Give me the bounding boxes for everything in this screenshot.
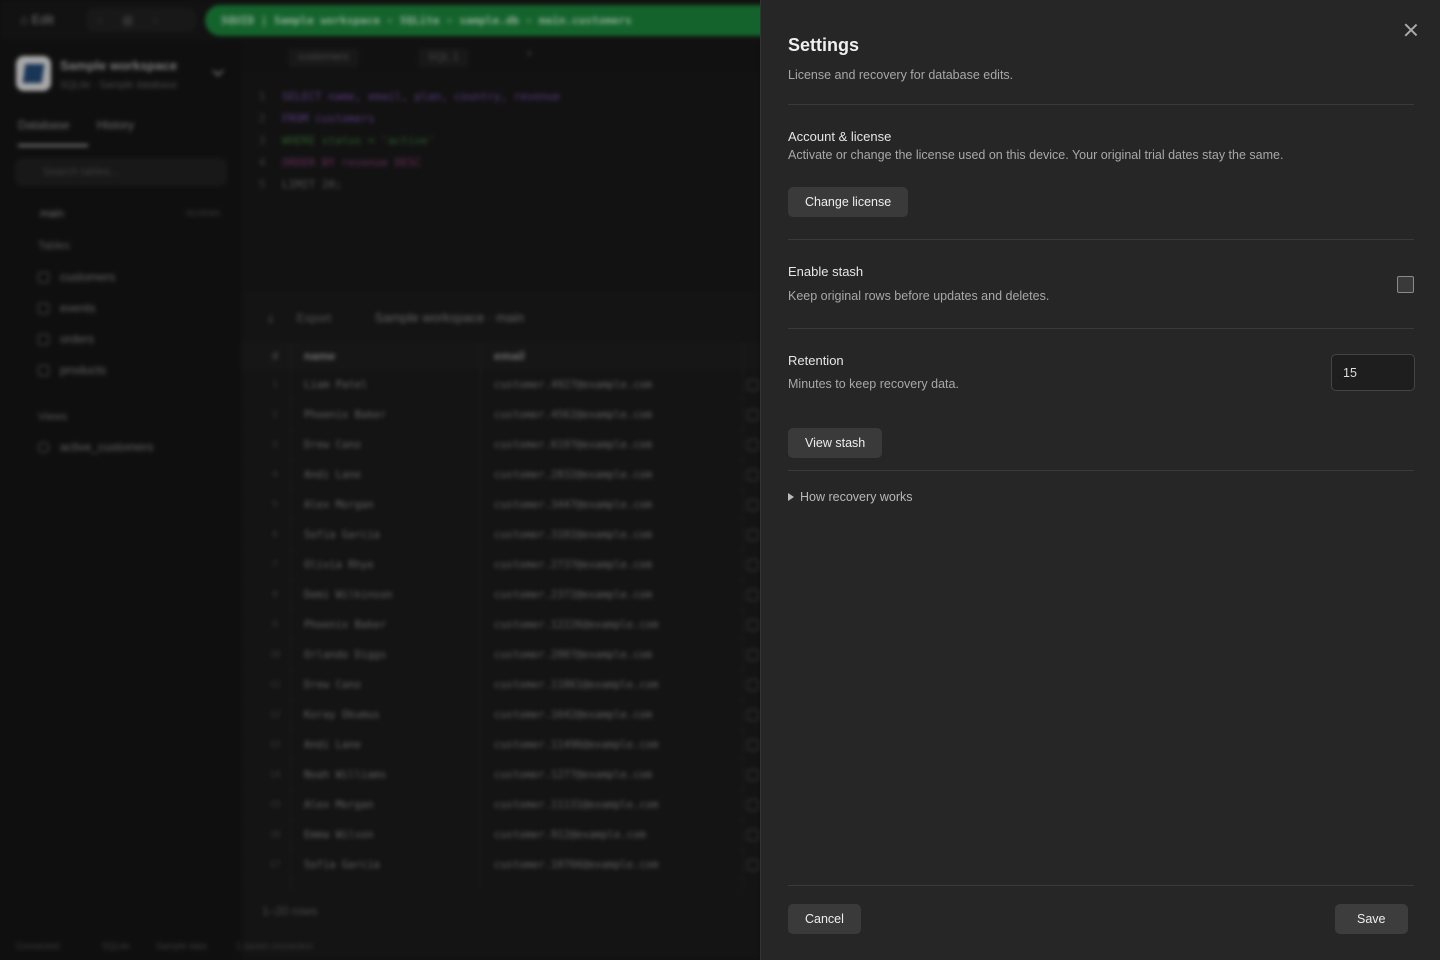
page-title: Settings [788, 35, 860, 55]
enable-stash-checkbox[interactable] [1397, 276, 1414, 293]
enable-stash-title: Enable stash [788, 264, 864, 279]
divider [788, 885, 1414, 886]
close-icon[interactable] [1401, 20, 1421, 40]
disclosure-triangle-icon [788, 493, 794, 501]
save-button[interactable]: Save [1335, 904, 1408, 934]
retention-description: Minutes to keep recovery data. [788, 377, 959, 391]
retention-title: Retention [788, 353, 844, 368]
divider [788, 239, 1414, 240]
divider [788, 470, 1414, 471]
divider [788, 104, 1414, 105]
page-subtitle: License and recovery for database edits. [788, 68, 1014, 82]
account-license-title: Account & license [788, 129, 892, 144]
view-stash-button[interactable]: View stash [788, 428, 883, 458]
account-license-description: Activate or change the license used on t… [788, 148, 1284, 162]
divider [788, 328, 1414, 329]
enable-stash-description: Keep original rows before updates and de… [788, 289, 1050, 303]
change-license-button[interactable]: Change license [788, 187, 909, 217]
settings-panel: Settings License and recovery for databa… [760, 0, 1440, 960]
cancel-button[interactable]: Cancel [788, 904, 861, 934]
retention-minutes-input[interactable] [1331, 354, 1415, 391]
how-recovery-works-disclosure[interactable]: How recovery works [788, 490, 913, 504]
